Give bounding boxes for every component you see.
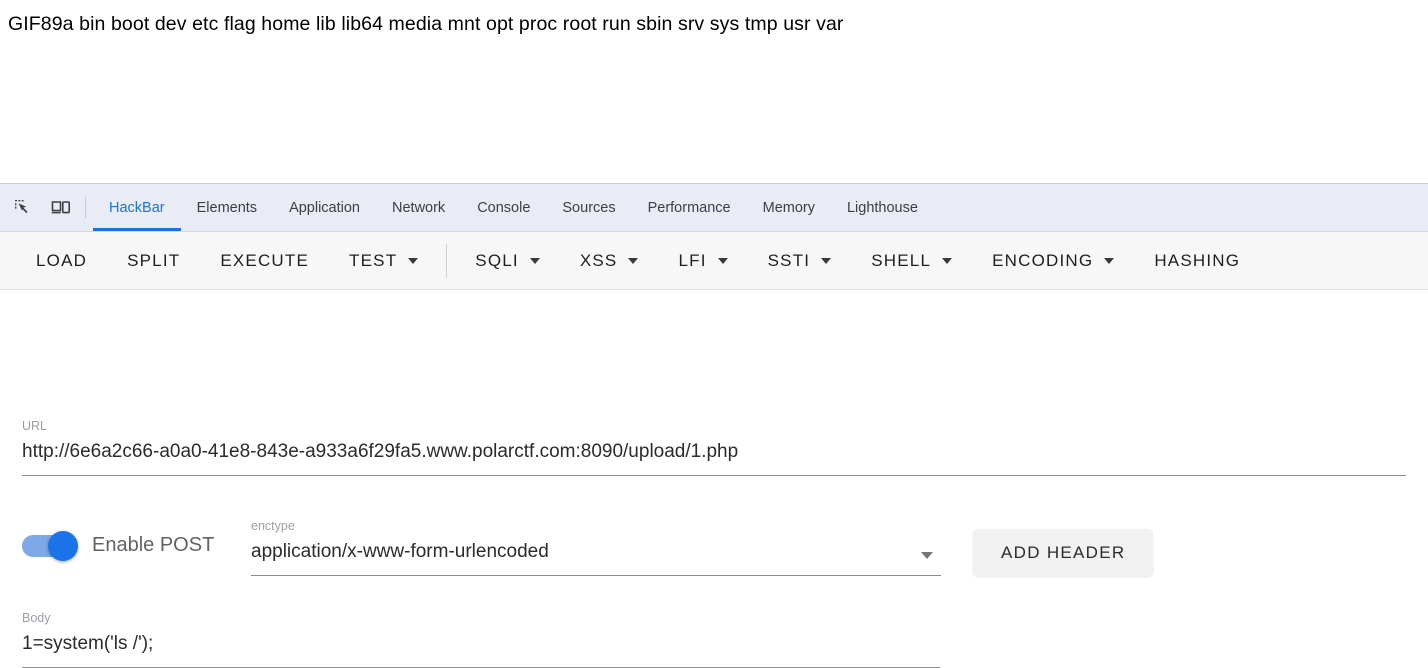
tab-hackbar-label: HackBar [109,199,165,216]
tab-performance-label: Performance [647,199,731,216]
toolbar-divider [446,243,448,278]
body-label: Body [22,611,51,625]
shell-menu-label: SHELL [871,250,932,270]
chevron-down-icon [529,257,540,264]
inspect-element-icon[interactable] [4,184,42,231]
toggle-knob [48,530,78,561]
hashing-menu-button[interactable]: HASHING [1140,243,1254,279]
split-button[interactable]: SPLIT [113,243,194,279]
enctype-field: enctype application/x-www-form-urlencode… [251,518,941,576]
xss-menu-label: XSS [579,250,618,270]
split-button-label: SPLIT [127,250,181,270]
page-response-text: GIF89a bin boot dev etc flag home lib li… [8,13,844,35]
url-input-underline [22,475,1406,476]
device-toolbar-icon[interactable] [42,184,80,231]
tab-sources[interactable]: Sources [546,184,631,231]
enable-post-label: Enable POST [92,534,215,556]
tab-elements[interactable]: Elements [181,184,273,231]
chevron-down-icon [1104,257,1115,264]
lfi-menu-button[interactable]: LFI [664,243,741,279]
xss-menu-button[interactable]: XSS [566,243,653,279]
ssti-menu-button[interactable]: SSTI [754,243,846,279]
execute-button-label: EXECUTE [220,250,310,270]
url-field: URL http://6e6a2c66-a0a0-41e8-843e-a933a… [22,418,1406,476]
load-button-label: LOAD [36,250,88,270]
tab-memory-label: Memory [762,199,815,216]
tab-application-label: Application [289,199,360,216]
chevron-down-icon [408,257,419,264]
enctype-select-underline [251,575,941,576]
post-options-row: Enable POST enctype application/x-www-fo… [22,518,1406,578]
add-header-button[interactable]: ADD HEADER [973,529,1154,576]
chevron-down-icon [942,257,953,264]
hashing-menu-label: HASHING [1154,250,1241,270]
tab-performance[interactable]: Performance [632,184,747,231]
enctype-select[interactable]: application/x-www-form-urlencoded [251,534,941,567]
test-menu-label: TEST [349,250,398,270]
execute-button[interactable]: EXECUTE [206,243,323,279]
sqli-menu-button[interactable]: SQLI [461,243,554,279]
test-menu-button[interactable]: TEST [335,243,432,279]
devtools-tabstrip: HackBar Elements Application Network Con… [0,184,1428,232]
tab-hackbar[interactable]: HackBar [93,184,181,231]
tab-console-label: Console [477,199,531,216]
tab-application[interactable]: Application [273,184,376,231]
url-label: URL [22,419,48,433]
body-input[interactable]: 1=system('ls /'); [22,626,940,659]
body-field: Body 1=system('ls /'); [22,610,940,668]
chevron-down-icon [628,257,639,264]
toggle-track [22,530,78,561]
tab-lighthouse[interactable]: Lighthouse [831,184,934,231]
tab-elements-label: Elements [196,199,258,216]
chevron-down-icon [821,257,832,264]
chevron-down-icon [717,257,728,264]
enable-post-toggle[interactable]: Enable POST [22,530,215,561]
tab-lighthouse-label: Lighthouse [846,199,918,216]
sqli-menu-label: SQLI [475,250,519,270]
encoding-menu-button[interactable]: ENCODING [978,243,1128,279]
chevron-down-icon[interactable] [921,552,933,559]
hackbar-toolbar: LOAD SPLIT EXECUTE TEST SQLI XSS LFI SST… [0,232,1428,290]
tab-console[interactable]: Console [461,184,546,231]
browser-page-content: GIF89a bin boot dev etc flag home lib li… [0,0,1428,183]
tabstrip-divider [85,197,86,218]
shell-menu-button[interactable]: SHELL [857,243,966,279]
load-button[interactable]: LOAD [22,243,101,279]
tab-network-label: Network [392,199,446,216]
url-input[interactable]: http://6e6a2c66-a0a0-41e8-843e-a933a6f29… [22,434,1406,467]
enctype-label: enctype [251,519,295,533]
add-header-button-label: ADD HEADER [1001,542,1126,562]
ssti-menu-label: SSTI [767,250,811,270]
tab-sources-label: Sources [562,199,616,216]
tab-memory[interactable]: Memory [747,184,831,231]
tab-network[interactable]: Network [376,184,461,231]
encoding-menu-label: ENCODING [992,250,1094,270]
devtools-panel: HackBar Elements Application Network Con… [0,183,1428,668]
lfi-menu-label: LFI [678,250,707,270]
